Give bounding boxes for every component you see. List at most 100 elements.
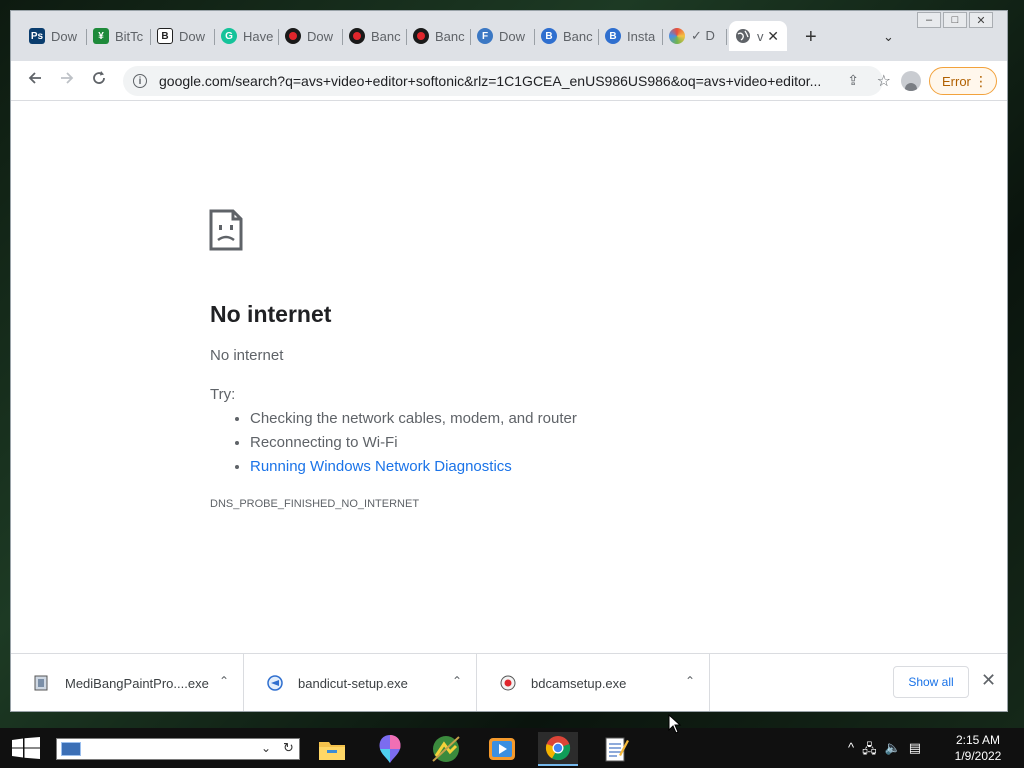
download-item[interactable]: bdcamsetup.exe ⌃ xyxy=(477,654,710,711)
tab-label: Banc xyxy=(435,28,465,44)
mouse-cursor-icon xyxy=(668,714,682,734)
tab[interactable]: B Insta xyxy=(599,21,663,51)
error-code: DNS_PROBE_FINISHED_NO_INTERNET xyxy=(210,498,420,510)
tab-strip: – □ ✕ Ps Dow ¥ BitTc B Dow G Have Dow Banc B… xyxy=(11,11,1007,61)
forward-icon[interactable] xyxy=(59,70,75,91)
bittorrent-icon: ¥ xyxy=(93,28,109,44)
colorful-icon xyxy=(669,28,685,44)
chevron-up-icon[interactable]: ^ xyxy=(848,740,854,762)
show-all-button[interactable]: Show all xyxy=(893,666,969,698)
chevron-up-icon[interactable]: ⌃ xyxy=(452,674,462,688)
notification-icon[interactable]: ▤ xyxy=(909,740,921,762)
chevron-down-icon[interactable]: ⌄ xyxy=(883,29,894,45)
windows-start-icon[interactable] xyxy=(12,737,40,759)
bandicam-icon xyxy=(285,28,301,44)
tabs: Ps Dow ¥ BitTc B Dow G Have Dow Banc Banc FD… xyxy=(23,21,787,51)
tab-label: v xyxy=(757,28,764,44)
diagnostics-link[interactable]: Running Windows Network Diagnostics xyxy=(250,458,512,475)
error-button[interactable]: Error ⋮ xyxy=(929,67,997,95)
tab-label: BitTc xyxy=(115,28,144,44)
list-item: Running Windows Network Diagnostics xyxy=(250,455,577,479)
tab-label: Banc xyxy=(371,28,401,44)
sad-page-icon xyxy=(209,209,243,251)
info-icon[interactable]: i xyxy=(133,74,147,88)
grammarly-icon: G xyxy=(221,28,237,44)
tab[interactable]: Ps Dow xyxy=(23,21,87,51)
download-item[interactable]: bandicut-setup.exe ⌃ xyxy=(244,654,477,711)
tab[interactable]: Dow xyxy=(279,21,343,51)
taskbar-search[interactable]: ⌄ ↻ xyxy=(56,738,300,760)
try-label: Try: xyxy=(210,386,236,403)
volume-icon[interactable]: 🔈 xyxy=(885,740,901,762)
clock[interactable]: 2:15 AM 1/9/2022 xyxy=(950,732,1006,764)
chevron-up-icon[interactable]: ⌃ xyxy=(219,674,229,688)
paint-icon[interactable] xyxy=(370,732,410,766)
clock-time: 2:15 AM xyxy=(955,733,1001,747)
reload-icon[interactable] xyxy=(91,70,107,91)
video-player-icon[interactable] xyxy=(482,732,522,766)
back-icon[interactable] xyxy=(27,70,43,91)
tab[interactable]: F Dow xyxy=(471,21,535,51)
tab-active[interactable]: v ✕ xyxy=(729,21,787,51)
menu-dots-icon: ⋮ xyxy=(974,73,988,89)
suggestion-list: Checking the network cables, modem, and … xyxy=(210,407,577,479)
maximize-button[interactable]: □ xyxy=(943,12,967,28)
minimize-button[interactable]: – xyxy=(917,12,941,28)
share-icon[interactable]: ⇪ xyxy=(847,72,859,89)
notepad-icon[interactable] xyxy=(596,732,636,766)
close-window-button[interactable]: ✕ xyxy=(969,12,993,28)
bandicam-setup-icon xyxy=(499,674,517,692)
tab-label: Insta xyxy=(627,28,656,44)
list-item: Checking the network cables, modem, and … xyxy=(250,407,577,431)
photoshop-icon: Ps xyxy=(29,28,45,44)
person-icon xyxy=(905,83,917,91)
download-name: bandicut-setup.exe xyxy=(298,675,408,691)
tab[interactable]: B Banc xyxy=(535,21,599,51)
tab-label: Banc xyxy=(563,28,593,44)
bandicut-icon xyxy=(266,674,284,692)
b-logo-icon: B xyxy=(157,28,173,44)
keyboard-icon xyxy=(61,742,81,756)
tab-label: Dow xyxy=(499,28,526,44)
profile-avatar[interactable] xyxy=(901,71,921,91)
browser-window: – □ ✕ Ps Dow ¥ BitTc B Dow G Have Dow Banc B… xyxy=(10,10,1008,712)
tab-label: Dow xyxy=(179,28,206,44)
window-controls: – □ ✕ xyxy=(915,12,993,28)
bandicam-icon xyxy=(413,28,429,44)
url-text[interactable]: google.com/search?q=avs+video+editor+sof… xyxy=(159,73,827,89)
tab[interactable]: B Dow xyxy=(151,21,215,51)
close-icon[interactable]: ✕ xyxy=(981,670,996,691)
tab[interactable]: G Have xyxy=(215,21,279,51)
taskbar: ⌄ ↻ ^ 🖧 🔈 ▤ 2:15 AM 1/9/2022 xyxy=(0,728,1024,768)
installer-icon xyxy=(33,674,51,692)
page-title: No internet xyxy=(210,301,332,327)
tab[interactable]: Banc xyxy=(407,21,471,51)
bandicam-icon xyxy=(349,28,365,44)
tab[interactable]: Banc xyxy=(343,21,407,51)
page-content: No internet No internet Try: Checking th… xyxy=(11,101,1007,653)
error-subtitle: No internet xyxy=(210,347,284,364)
tab[interactable]: ✓ D xyxy=(663,21,727,51)
download-bar: MediBangPaintPro....exe ⌃ bandicut-setup… xyxy=(11,653,1007,711)
toolbar: i google.com/search?q=avs+video+editor+s… xyxy=(11,61,1007,101)
address-bar[interactable]: i google.com/search?q=avs+video+editor+s… xyxy=(123,66,891,96)
download-name: MediBangPaintPro....exe xyxy=(65,675,209,691)
refresh-icon[interactable]: ↻ xyxy=(283,740,294,756)
tab-label: Dow xyxy=(307,28,334,44)
image-viewer-icon[interactable] xyxy=(426,732,466,766)
file-explorer-icon[interactable] xyxy=(312,732,352,766)
tab-label: Have xyxy=(243,28,274,44)
chevron-up-icon[interactable]: ⌃ xyxy=(685,674,695,688)
chrome-icon[interactable] xyxy=(538,732,578,766)
bookmark-star-icon[interactable]: ☆ xyxy=(877,71,891,91)
tab-label: ✓ D xyxy=(691,28,715,43)
b-blue-icon: B xyxy=(605,28,621,44)
new-tab-button[interactable]: + xyxy=(805,27,817,47)
close-tab-icon[interactable]: ✕ xyxy=(767,28,779,45)
clock-date: 1/9/2022 xyxy=(954,749,1002,763)
download-item[interactable]: MediBangPaintPro....exe ⌃ xyxy=(11,654,244,711)
chevron-down-icon[interactable]: ⌄ xyxy=(261,741,271,755)
network-icon[interactable]: 🖧 xyxy=(862,740,877,762)
tab[interactable]: ¥ BitTc xyxy=(87,21,151,51)
list-item: Reconnecting to Wi-Fi xyxy=(250,431,577,455)
